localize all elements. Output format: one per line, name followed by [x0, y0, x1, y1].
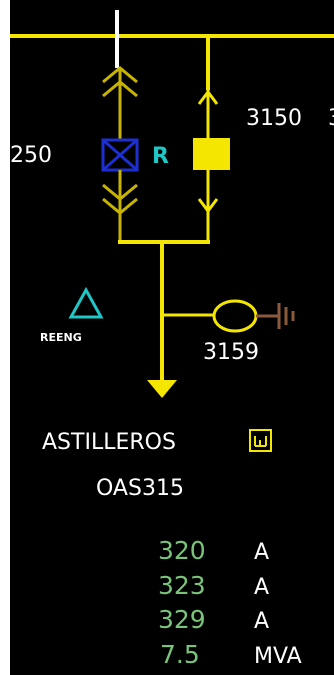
breaker-3150[interactable]	[193, 138, 230, 170]
measurement-value-3: 329	[158, 605, 206, 634]
measurement-unit-2: A	[254, 575, 270, 600]
breaker-3250-label: 3250	[10, 143, 52, 168]
feeder-output-arrow	[147, 380, 177, 398]
measurement-value-2: 323	[158, 571, 206, 600]
ground-switch-3159[interactable]	[212, 299, 258, 333]
substation-diagram-panel: 3250 3150 3 R REENG 3159 ASTILLEROS OAS3…	[10, 0, 334, 675]
breaker-3150-label: 3150	[246, 106, 302, 131]
measurement-value-1: 320	[158, 536, 206, 565]
station-name: ASTILLEROS	[42, 430, 176, 455]
reclose-label: REENG	[40, 331, 82, 344]
measurement-value-4: 7.5	[160, 640, 200, 669]
ground-icon	[277, 303, 295, 329]
measurement-unit-4: MVA	[254, 644, 302, 669]
ground-switch-3159-label: 3159	[203, 340, 259, 365]
breaker-3250[interactable]	[101, 138, 139, 172]
measurement-unit-1: A	[254, 540, 270, 565]
measurement-unit-3: A	[254, 609, 270, 634]
adjacent-breaker-label-partial: 3	[328, 108, 334, 130]
local-tag-icon[interactable]	[249, 429, 272, 452]
recloser-mark: R	[152, 144, 169, 169]
reclose-triangle-icon[interactable]	[68, 286, 104, 319]
feeder-code: OAS315	[96, 476, 184, 501]
